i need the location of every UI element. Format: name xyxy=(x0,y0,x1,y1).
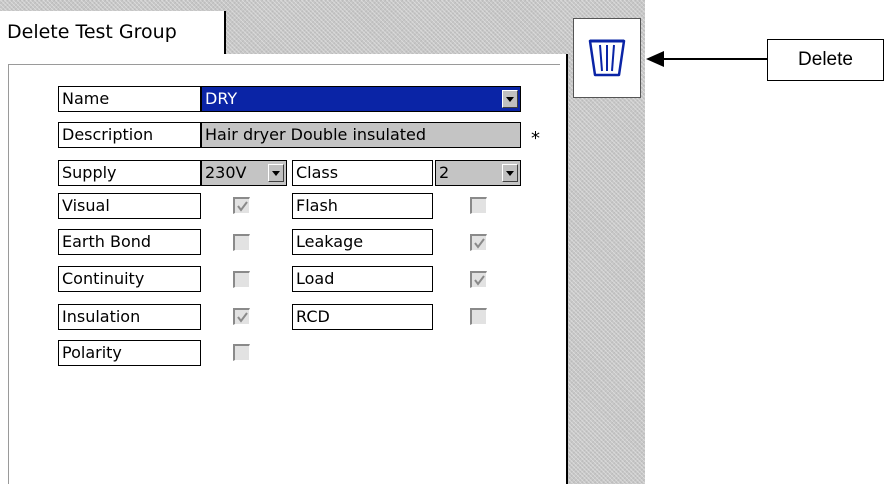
class-select[interactable]: 2 xyxy=(435,160,521,186)
chevron-down-icon[interactable] xyxy=(502,90,518,108)
description-label: Description xyxy=(58,122,201,148)
test-label: Leakage xyxy=(292,229,433,255)
insulation-checkbox[interactable] xyxy=(233,308,250,325)
name-select[interactable]: DRY xyxy=(201,86,521,112)
earth-bond-checkbox[interactable] xyxy=(233,234,250,251)
test-label: RCD xyxy=(292,304,433,330)
supply-select[interactable]: 230V xyxy=(201,160,287,186)
name-value: DRY xyxy=(205,89,238,108)
visual-checkbox[interactable] xyxy=(233,197,250,214)
description-value: Hair dryer Double insulated xyxy=(205,125,427,144)
supply-value: 230V xyxy=(205,163,247,182)
test-label: Insulation xyxy=(58,304,201,330)
callout-label: Delete xyxy=(767,39,884,81)
callout-line xyxy=(662,58,768,60)
test-label: Earth Bond xyxy=(58,229,201,255)
supply-label: Supply xyxy=(58,160,201,186)
chevron-down-icon[interactable] xyxy=(268,164,284,182)
test-label: Visual xyxy=(58,193,201,219)
required-marker: * xyxy=(531,128,540,149)
name-label: Name xyxy=(58,86,201,112)
polarity-checkbox[interactable] xyxy=(233,344,250,361)
continuity-checkbox[interactable] xyxy=(233,271,250,288)
load-checkbox[interactable] xyxy=(470,271,487,288)
form-panel: Name DRY Description Hair dryer Double i… xyxy=(0,54,568,484)
tab-delete-test-group[interactable]: Delete Test Group xyxy=(0,11,226,54)
trash-icon xyxy=(588,39,626,77)
test-label: Continuity xyxy=(58,266,201,292)
test-label: Polarity xyxy=(58,340,201,366)
description-field[interactable]: Hair dryer Double insulated xyxy=(201,122,521,148)
class-value: 2 xyxy=(439,163,450,182)
flash-checkbox[interactable] xyxy=(470,197,487,214)
device-screen: Delete Test Group Name DRY Description H… xyxy=(0,0,645,484)
tab-label: Delete Test Group xyxy=(7,21,177,43)
class-label: Class xyxy=(292,160,433,186)
test-label: Flash xyxy=(292,193,433,219)
delete-button[interactable] xyxy=(573,18,641,98)
leakage-checkbox[interactable] xyxy=(470,234,487,251)
chevron-down-icon[interactable] xyxy=(502,164,518,182)
test-label: Load xyxy=(292,266,433,292)
rcd-checkbox[interactable] xyxy=(470,308,487,325)
